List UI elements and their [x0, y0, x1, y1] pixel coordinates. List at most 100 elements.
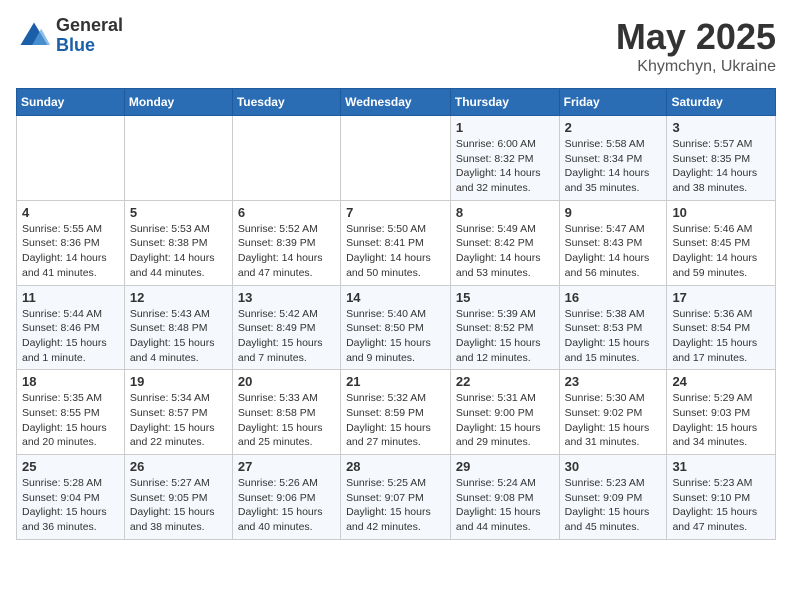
day-info: Sunrise: 5:33 AMSunset: 8:58 PMDaylight:…: [238, 391, 335, 450]
calendar-cell: 20Sunrise: 5:33 AMSunset: 8:58 PMDayligh…: [232, 370, 340, 455]
calendar-cell: 23 Sunrise: 5:30 AMSunset: 9:02 PMDayligh…: [559, 370, 667, 455]
logo-text: General Blue: [56, 16, 123, 56]
calendar-cell: 5 Sunrise: 5:53 AMSunset: 8:38 PMDaylight…: [124, 200, 232, 285]
day-number: 17: [672, 290, 770, 305]
logo-blue-text: Blue: [56, 36, 123, 56]
day-number: 1: [456, 120, 554, 135]
day-number: 25: [22, 459, 119, 474]
calendar-cell: 24 Sunrise: 5:29 AMSunset: 9:03 PMDayligh…: [667, 370, 776, 455]
calendar-cell: 28 Sunrise: 5:25 AMSunset: 9:07 PMDayligh…: [341, 455, 451, 540]
day-number: 7: [346, 205, 445, 220]
logo: General Blue: [16, 16, 123, 56]
day-info: Sunrise: 5:31 AMSunset: 9:00 PMDaylight:…: [456, 391, 554, 450]
day-number: 6: [238, 205, 335, 220]
day-number: 30: [565, 459, 662, 474]
day-info: Sunrise: 5:23 AMSunset: 9:10 PMDaylight:…: [672, 476, 770, 535]
day-info: Sunrise: 5:26 AMSunset: 9:06 PMDaylight:…: [238, 476, 335, 535]
day-number: 11: [22, 290, 119, 305]
day-info: Sunrise: 5:28 AMSunset: 9:04 PMDaylight:…: [22, 476, 119, 535]
calendar-cell: 31Sunrise: 5:23 AMSunset: 9:10 PMDayligh…: [667, 455, 776, 540]
day-number: 21: [346, 374, 445, 389]
calendar-cell: 22Sunrise: 5:31 AMSunset: 9:00 PMDayligh…: [450, 370, 559, 455]
day-info: Sunrise: 5:49 AMSunset: 8:42 PMDaylight:…: [456, 222, 554, 281]
weekday-row: SundayMondayTuesdayWednesdayThursdayFrid…: [17, 89, 776, 116]
calendar-cell: 18Sunrise: 5:35 AMSunset: 8:55 PMDayligh…: [17, 370, 125, 455]
calendar-cell: 3 Sunrise: 5:57 AMSunset: 8:35 PMDaylight…: [667, 116, 776, 201]
calendar-week-3: 11 Sunrise: 5:44 AMSunset: 8:46 PMDayligh…: [17, 285, 776, 370]
day-number: 28: [346, 459, 445, 474]
weekday-header-thursday: Thursday: [450, 89, 559, 116]
calendar-cell: 15 Sunrise: 5:39 AMSunset: 8:52 PMDayligh…: [450, 285, 559, 370]
day-number: 14: [346, 290, 445, 305]
day-number: 10: [672, 205, 770, 220]
calendar-cell: 14Sunrise: 5:40 AMSunset: 8:50 PMDayligh…: [341, 285, 451, 370]
day-info: Sunrise: 5:53 AMSunset: 8:38 PMDaylight:…: [130, 222, 227, 281]
day-info: Sunrise: 5:50 AMSunset: 8:41 PMDaylight:…: [346, 222, 445, 281]
day-number: 24: [672, 374, 770, 389]
day-number: 2: [565, 120, 662, 135]
calendar-cell: 6Sunrise: 5:52 AMSunset: 8:39 PMDaylight…: [232, 200, 340, 285]
calendar-week-5: 25 Sunrise: 5:28 AMSunset: 9:04 PMDayligh…: [17, 455, 776, 540]
calendar-cell: 13Sunrise: 5:42 AMSunset: 8:49 PMDayligh…: [232, 285, 340, 370]
day-number: 26: [130, 459, 227, 474]
calendar-cell: 9 Sunrise: 5:47 AMSunset: 8:43 PMDaylight…: [559, 200, 667, 285]
calendar-table: SundayMondayTuesdayWednesdayThursdayFrid…: [16, 88, 776, 540]
day-number: 4: [22, 205, 119, 220]
calendar-cell: 25 Sunrise: 5:28 AMSunset: 9:04 PMDayligh…: [17, 455, 125, 540]
calendar-header: SundayMondayTuesdayWednesdayThursdayFrid…: [17, 89, 776, 116]
day-info: Sunrise: 5:57 AMSunset: 8:35 PMDaylight:…: [672, 137, 770, 196]
day-number: 23: [565, 374, 662, 389]
calendar-cell: 16Sunrise: 5:38 AMSunset: 8:53 PMDayligh…: [559, 285, 667, 370]
calendar-cell: 30 Sunrise: 5:23 AMSunset: 9:09 PMDayligh…: [559, 455, 667, 540]
calendar-cell: 10 Sunrise: 5:46 AMSunset: 8:45 PMDayligh…: [667, 200, 776, 285]
day-info: Sunrise: 5:27 AMSunset: 9:05 PMDaylight:…: [130, 476, 227, 535]
logo-general-text: General: [56, 16, 123, 36]
calendar-cell: 11 Sunrise: 5:44 AMSunset: 8:46 PMDayligh…: [17, 285, 125, 370]
day-number: 19: [130, 374, 227, 389]
calendar-cell: 8Sunrise: 5:49 AMSunset: 8:42 PMDaylight…: [450, 200, 559, 285]
calendar-cell: [341, 116, 451, 201]
calendar-cell: 12Sunrise: 5:43 AMSunset: 8:48 PMDayligh…: [124, 285, 232, 370]
day-info: Sunrise: 5:39 AMSunset: 8:52 PMDaylight:…: [456, 307, 554, 366]
calendar-cell: 2Sunrise: 5:58 AMSunset: 8:34 PMDaylight…: [559, 116, 667, 201]
weekday-header-saturday: Saturday: [667, 89, 776, 116]
day-info: Sunrise: 5:32 AMSunset: 8:59 PMDaylight:…: [346, 391, 445, 450]
day-info: Sunrise: 5:38 AMSunset: 8:53 PMDaylight:…: [565, 307, 662, 366]
weekday-header-wednesday: Wednesday: [341, 89, 451, 116]
day-number: 3: [672, 120, 770, 135]
day-info: Sunrise: 6:00 AMSunset: 8:32 PMDaylight:…: [456, 137, 554, 196]
day-number: 12: [130, 290, 227, 305]
calendar-week-2: 4Sunrise: 5:55 AMSunset: 8:36 PMDaylight…: [17, 200, 776, 285]
day-number: 15: [456, 290, 554, 305]
month-title: May 2025: [616, 16, 776, 58]
weekday-header-tuesday: Tuesday: [232, 89, 340, 116]
day-info: Sunrise: 5:25 AMSunset: 9:07 PMDaylight:…: [346, 476, 445, 535]
day-number: 27: [238, 459, 335, 474]
day-number: 29: [456, 459, 554, 474]
location-title: Khymchyn, Ukraine: [616, 58, 776, 76]
day-info: Sunrise: 5:23 AMSunset: 9:09 PMDaylight:…: [565, 476, 662, 535]
calendar-cell: 17 Sunrise: 5:36 AMSunset: 8:54 PMDayligh…: [667, 285, 776, 370]
calendar-cell: 1 Sunrise: 6:00 AMSunset: 8:32 PMDaylight…: [450, 116, 559, 201]
calendar-cell: 21 Sunrise: 5:32 AMSunset: 8:59 PMDayligh…: [341, 370, 451, 455]
day-number: 5: [130, 205, 227, 220]
day-info: Sunrise: 5:47 AMSunset: 8:43 PMDaylight:…: [565, 222, 662, 281]
calendar-cell: 7 Sunrise: 5:50 AMSunset: 8:41 PMDaylight…: [341, 200, 451, 285]
day-info: Sunrise: 5:30 AMSunset: 9:02 PMDaylight:…: [565, 391, 662, 450]
day-info: Sunrise: 5:24 AMSunset: 9:08 PMDaylight:…: [456, 476, 554, 535]
day-info: Sunrise: 5:44 AMSunset: 8:46 PMDaylight:…: [22, 307, 119, 366]
weekday-header-sunday: Sunday: [17, 89, 125, 116]
day-info: Sunrise: 5:46 AMSunset: 8:45 PMDaylight:…: [672, 222, 770, 281]
weekday-header-monday: Monday: [124, 89, 232, 116]
calendar-week-1: 1 Sunrise: 6:00 AMSunset: 8:32 PMDaylight…: [17, 116, 776, 201]
page-header: General Blue May 2025 Khymchyn, Ukraine: [16, 16, 776, 76]
day-info: Sunrise: 5:36 AMSunset: 8:54 PMDaylight:…: [672, 307, 770, 366]
calendar-week-4: 18Sunrise: 5:35 AMSunset: 8:55 PMDayligh…: [17, 370, 776, 455]
calendar-cell: [17, 116, 125, 201]
day-number: 9: [565, 205, 662, 220]
calendar-body: 1 Sunrise: 6:00 AMSunset: 8:32 PMDaylight…: [17, 116, 776, 540]
weekday-header-friday: Friday: [559, 89, 667, 116]
calendar-cell: 29 Sunrise: 5:24 AMSunset: 9:08 PMDayligh…: [450, 455, 559, 540]
calendar-cell: [232, 116, 340, 201]
day-info: Sunrise: 5:29 AMSunset: 9:03 PMDaylight:…: [672, 391, 770, 450]
